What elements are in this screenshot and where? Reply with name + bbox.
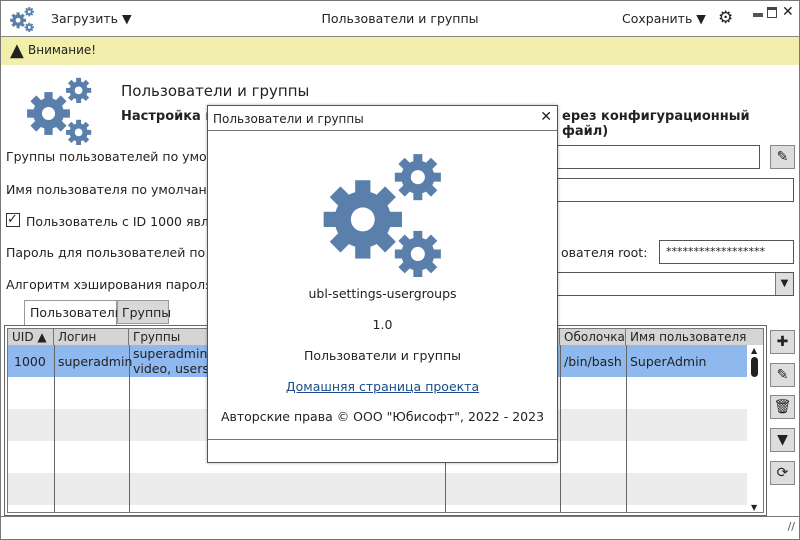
about-dialog: Пользователи и группы ✕ ubl-settings-use… [207,105,558,463]
groups-label: Группы пользователей по умолчан [6,149,238,164]
save-menu-button[interactable]: Сохранить ▼ [622,11,706,26]
load-menu-button[interactable]: Загрузить ▼ [51,11,132,26]
root-password-input[interactable]: ****************** [659,240,794,264]
cell-name: SuperAdmin [630,354,707,369]
app-description: Пользователи и группы [304,348,461,363]
homepage-link[interactable]: Домашняя страница проекта [286,379,479,394]
header-gears-icon [24,75,94,145]
root-password-label: ователя root: [561,245,648,260]
header-subtitle-end: ерез конфигурационный файл) [562,109,750,139]
dialog-title: Пользователи и группы [213,112,364,126]
cell-shell: /bin/bash [564,354,622,369]
tab-groups[interactable]: Группы [117,300,171,324]
status-bar: // [1,516,799,539]
username-label: Имя пользователя по умолчанию ( [6,182,235,197]
warning-icon: ▲ [10,40,24,61]
warning-text: Внимание! [28,43,97,57]
resize-grip-icon[interactable]: // [788,520,795,533]
checkbox-label: Пользователь с ID 1000 являет [26,214,232,229]
edit-icon: ✎ [776,149,789,165]
header-title: Пользователи и группы [121,82,310,100]
username-input[interactable] [532,178,794,202]
title-bar: Загрузить ▼ Пользователи и группы Сохран… [1,1,799,37]
filter-icon: ▼ [777,432,788,448]
app-name: ubl-settings-usergroups [308,286,457,301]
cell-uid: 1000 [14,354,46,369]
refresh-icon: ⟳ [776,465,789,481]
cell-groups-1: superadmin, [133,346,212,361]
column-header-name[interactable]: Имя пользователя [626,329,763,345]
column-header-shell[interactable]: Оболочка [560,329,626,345]
cell-login: superadmin [58,354,133,369]
edit-groups-button[interactable]: ✎ [770,145,795,169]
edit-button[interactable]: ✎ [770,363,795,387]
edit-icon: ✎ [776,367,789,383]
admin-checkbox[interactable]: ✓ [6,213,20,227]
dialog-titlebar: Пользователи и группы ✕ [208,106,557,131]
tab-users[interactable]: Пользователи [24,300,123,326]
column-header-uid[interactable]: UID ▲ [8,329,54,345]
dropdown-arrow-icon: ▼ [121,11,132,26]
trash-icon: 🗑 [773,399,792,415]
chevron-down-icon: ▼ [775,273,793,295]
app-gears-icon [9,6,35,32]
maximize-button[interactable] [767,7,777,18]
save-label: Сохранить [622,11,693,26]
hash-select[interactable]: ▼ [532,272,794,296]
cell-groups-2: video, users, [133,361,213,376]
refresh-button[interactable]: ⟳ [770,461,795,485]
copyright: Авторские права © ООО "Юбисофт", 2022 - … [220,409,545,424]
groups-input[interactable]: rs [532,145,760,169]
settings-gear-icon[interactable]: ⚙ [718,8,733,28]
password-label: Пароль для пользователей по умо [6,245,234,260]
vertical-scrollbar[interactable]: ▲ ▼ [747,345,763,512]
add-button[interactable]: ✚ [770,330,795,354]
warning-bar: ▲ Внимание! [1,37,799,65]
scrollbar-thumb[interactable] [751,357,758,377]
app-version: 1.0 [372,317,393,332]
minimize-button[interactable] [753,13,763,17]
dropdown-arrow-icon: ▼ [696,11,706,26]
column-header-login[interactable]: Логин [54,329,129,345]
app-gears-icon [318,149,446,277]
dialog-close-button[interactable]: ✕ [540,109,552,125]
delete-button[interactable]: 🗑 [770,395,795,419]
load-label: Загрузить [51,11,118,26]
hash-label: Алгоритм хэширования пароля: [6,277,217,292]
plus-icon: ✚ [776,334,789,350]
close-button[interactable]: ✕ [782,4,794,20]
filter-button[interactable]: ▼ [770,428,795,452]
